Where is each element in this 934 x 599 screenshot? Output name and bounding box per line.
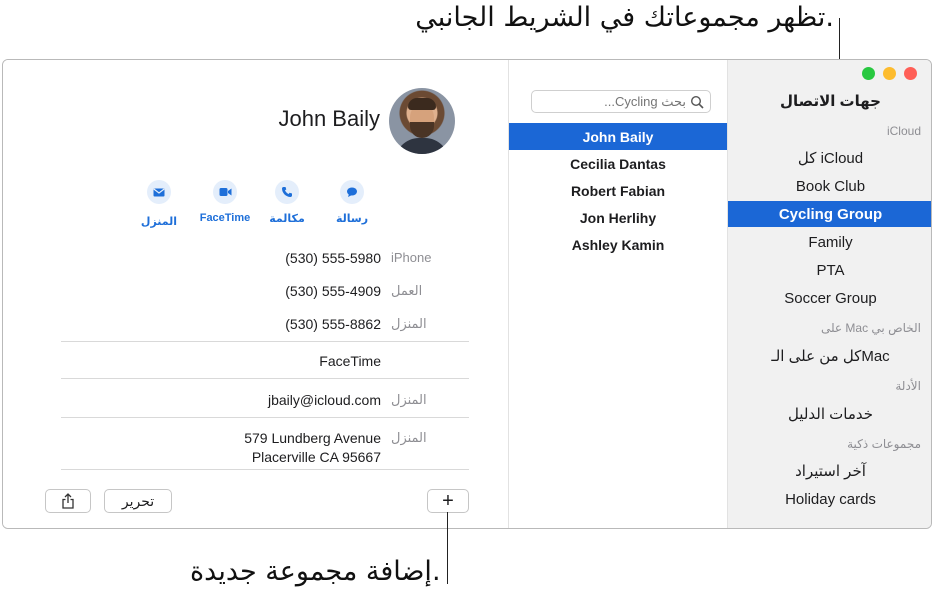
sidebar-item-pta[interactable]: PTA xyxy=(728,257,931,283)
phone-row[interactable]: المنزل (530) 555-8862 xyxy=(61,312,469,336)
close-window-button[interactable] xyxy=(904,67,917,80)
divider xyxy=(61,469,469,470)
edit-button[interactable]: تحرير xyxy=(104,489,172,513)
sidebar-title: جهات الاتصال xyxy=(780,93,881,110)
phone-row[interactable]: العمل (530) 555-4909 xyxy=(61,279,469,303)
sidebar-item-last-import[interactable]: آخر استيراد xyxy=(728,458,931,484)
facetime-value[interactable]: FaceTime xyxy=(319,352,381,371)
phone-label: العمل xyxy=(391,283,423,298)
email-row[interactable]: المنزل jbaily@icloud.com xyxy=(61,388,469,412)
sidebar-item-soccer-group[interactable]: Soccer Group xyxy=(728,285,931,311)
facetime-action-button[interactable]: FaceTime xyxy=(190,180,260,224)
mail-action-button[interactable]: المنزل xyxy=(124,180,194,228)
message-action-label: رسالة xyxy=(335,213,369,225)
share-icon xyxy=(62,493,74,509)
sidebar-item-holiday-cards[interactable]: Holiday cards xyxy=(728,486,931,512)
search-field[interactable] xyxy=(531,90,711,113)
sidebar-item-book-club[interactable]: Book Club xyxy=(728,173,931,199)
contact-detail-pane: John Baily رسالة مكالمة FaceTime المنزل xyxy=(3,60,508,528)
divider xyxy=(61,341,469,342)
phone-value[interactable]: (530) 555-4909 xyxy=(285,282,381,301)
sidebar-item-all-icloud[interactable]: كل iCloud xyxy=(728,145,931,171)
divider xyxy=(61,417,469,418)
video-camera-icon xyxy=(213,180,237,204)
address-row[interactable]: المنزل 579 Lundberg Avenue Placerville C… xyxy=(61,426,469,468)
message-bubble-icon xyxy=(340,180,364,204)
contact-list-item[interactable]: Robert Fabian xyxy=(509,177,727,204)
sidebar-section-header: iCloud xyxy=(886,124,921,138)
contact-list-pane: John Baily Cecilia Dantas Robert Fabian … xyxy=(508,60,728,528)
phone-row[interactable]: iPhone (530) 555-5980 xyxy=(61,246,469,270)
callout-sidebar-groups: تظهر مجموعاتك في الشريط الجانبي. xyxy=(415,2,834,33)
sidebar-item-directory-services[interactable]: خدمات الدليل xyxy=(728,401,931,427)
contact-list-item[interactable]: Ashley Kamin xyxy=(509,231,727,258)
envelope-icon xyxy=(147,180,171,204)
minimize-window-button[interactable] xyxy=(883,67,896,80)
contact-list-item[interactable]: Jon Herlihy xyxy=(509,204,727,231)
email-label: المنزل xyxy=(391,392,427,407)
sidebar-item-family[interactable]: Family xyxy=(728,229,931,255)
call-action-button[interactable]: مكالمة xyxy=(252,180,322,225)
add-group-button[interactable]: + xyxy=(427,489,469,513)
contact-list-item[interactable]: John Baily xyxy=(509,123,727,150)
sidebar-section-header: الأدلة xyxy=(895,379,921,393)
zoom-window-button[interactable] xyxy=(862,67,875,80)
share-button[interactable] xyxy=(45,489,91,513)
facetime-action-label: FaceTime xyxy=(199,212,251,224)
contact-list-item[interactable]: Cecilia Dantas xyxy=(509,150,727,177)
phone-label: المنزل xyxy=(391,316,427,331)
sidebar-section-header: على Mac الخاص بي xyxy=(820,321,921,335)
mail-action-label: المنزل xyxy=(140,216,178,228)
groups-sidebar: جهات الاتصال iCloud كل iCloud Book Club … xyxy=(728,60,931,528)
contact-avatar xyxy=(389,88,455,154)
phone-label: iPhone xyxy=(391,250,432,265)
callout-add-group: إضافة مجموعة جديدة. xyxy=(190,556,441,587)
phone-value[interactable]: (530) 555-5980 xyxy=(285,249,381,268)
contacts-window: John Baily رسالة مكالمة FaceTime المنزل xyxy=(2,59,932,529)
address-value[interactable]: 579 Lundberg Avenue Placerville CA 95667 xyxy=(244,429,381,467)
sidebar-section-header: مجموعات ذكية xyxy=(847,437,921,451)
phone-value[interactable]: (530) 555-8862 xyxy=(285,315,381,334)
facetime-row[interactable]: FaceTime xyxy=(61,349,469,373)
contact-name: John Baily xyxy=(278,106,380,131)
email-value[interactable]: jbaily@icloud.com xyxy=(268,391,381,410)
callout-leader-line xyxy=(447,512,448,584)
address-line2: Placerville CA 95667 xyxy=(251,449,381,465)
address-label: المنزل xyxy=(391,430,427,445)
address-line1: 579 Lundberg Avenue xyxy=(244,430,381,446)
divider xyxy=(61,378,469,379)
message-action-button[interactable]: رسالة xyxy=(317,180,387,225)
call-action-label: مكالمة xyxy=(269,213,305,225)
sidebar-item-all-on-mac[interactable]: كل من على الـMac xyxy=(728,343,931,369)
search-icon xyxy=(690,95,704,109)
phone-icon xyxy=(275,180,299,204)
sidebar-item-cycling-group[interactable]: Cycling Group xyxy=(728,201,931,227)
search-input[interactable] xyxy=(546,94,686,109)
